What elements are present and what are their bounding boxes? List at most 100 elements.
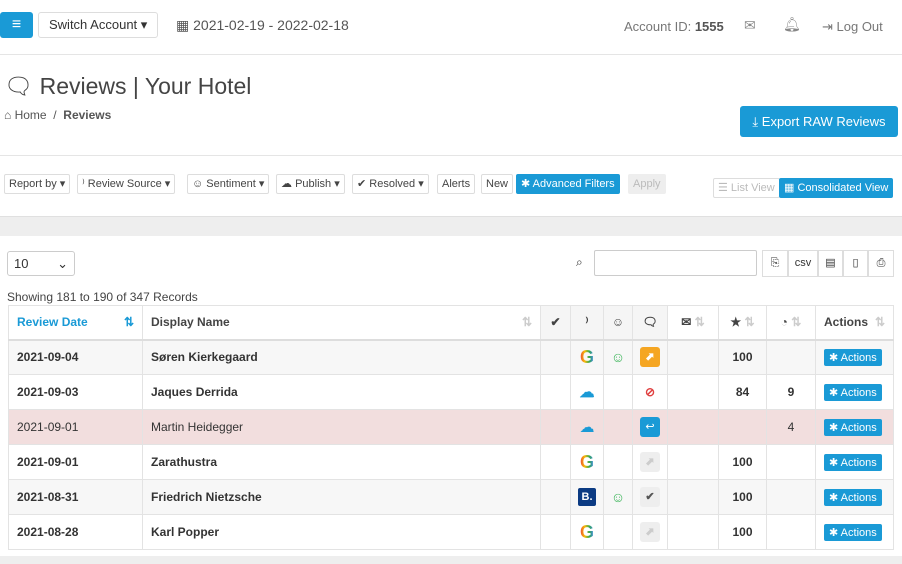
envelope-col-icon[interactable]: ✉ ⇅ xyxy=(667,305,719,341)
email-cell xyxy=(667,444,719,480)
score: 9 xyxy=(766,374,816,410)
email-cell xyxy=(667,339,719,375)
calendar-icon: ▦ xyxy=(176,17,194,33)
review-date: 2021-09-04 xyxy=(8,339,143,375)
sentiment-dropdown[interactable]: ☺ Sentiment ▾ xyxy=(187,174,270,194)
page-size-select[interactable]: 10 ⌄ xyxy=(7,251,75,276)
logout-link[interactable]: ⇥ Log Out xyxy=(822,19,883,35)
actions-button[interactable]: ✱ Actions xyxy=(824,348,882,366)
sentiment-cell xyxy=(603,444,633,480)
export-raw-reviews-button[interactable]: ⤓ Export RAW Reviews xyxy=(740,106,898,137)
table-row[interactable]: 2021-08-31 Friedrich Nietzsche B. ☺ ✔ 10… xyxy=(8,479,894,515)
actions-cell: ✱ Actions xyxy=(815,409,894,445)
date-range[interactable]: ▦ 2021-02-19 - 2022-02-18 xyxy=(176,17,349,34)
comment-status-resolved-icon[interactable]: ✔ xyxy=(632,479,668,515)
actions-cell: ✱ Actions xyxy=(815,479,894,515)
comments-icon: 🗨︎ xyxy=(4,73,40,99)
col-actions[interactable]: Actions ⇅ xyxy=(815,305,894,341)
table-row[interactable]: 2021-09-04 Søren Kierkegaard G ☺ ⬈ 100 ✱… xyxy=(8,339,894,375)
consolidated-view-button[interactable]: ▦ Consolidated View xyxy=(779,178,894,198)
display-name: Jaques Derrida xyxy=(142,374,541,410)
actions-button[interactable]: ✱ Actions xyxy=(824,453,882,471)
display-name: Zarathustra xyxy=(142,444,541,480)
alerts-button[interactable]: Alerts xyxy=(437,174,476,194)
sentiment-cell xyxy=(603,409,633,445)
resolved-cell xyxy=(540,479,571,515)
excel-button[interactable]: ▤ xyxy=(818,250,843,277)
breadcrumb-home[interactable]: Home xyxy=(15,108,47,122)
report-by-dropdown[interactable]: Report by ▾ xyxy=(4,174,71,194)
rating: 100 xyxy=(718,514,767,550)
review-date: 2021-09-03 xyxy=(8,374,143,410)
switch-account-button[interactable]: Switch Account ▾ xyxy=(38,12,159,38)
display-name: Søren Kierkegaard xyxy=(142,339,541,375)
actions-cell: ✱ Actions xyxy=(815,444,894,480)
col-display-name[interactable]: Display Name ⇅ xyxy=(142,305,541,341)
google-source-icon: G xyxy=(570,444,604,480)
advanced-filters-button[interactable]: ✱ Advanced Filters xyxy=(516,174,620,194)
table-icon: ▦ xyxy=(784,182,798,194)
google-source-icon: G xyxy=(570,514,604,550)
rating: 100 xyxy=(718,444,767,480)
booking-source-icon: B. xyxy=(570,479,604,515)
rss-col-icon: ⁾ xyxy=(570,305,604,341)
comment-status-disabled-icon[interactable]: ⬈ xyxy=(632,514,668,550)
actions-cell: ✱ Actions xyxy=(815,339,894,375)
divider xyxy=(0,155,902,156)
smile-icon: ☺ xyxy=(192,178,207,190)
print-button[interactable]: ⎙ xyxy=(868,250,894,277)
envelope-icon[interactable]: ✉ xyxy=(744,17,756,34)
search-input[interactable] xyxy=(594,250,757,276)
table-row[interactable]: 2021-09-01 Martin Heidegger ☁ ↩ 4 ✱ Acti… xyxy=(8,409,894,445)
smile-col-icon: ☺ xyxy=(603,305,633,341)
apply-button[interactable]: Apply xyxy=(628,174,666,194)
comment-status-open-icon[interactable]: ⬈ xyxy=(632,339,668,375)
list-view-button[interactable]: ☰ List View xyxy=(713,178,780,198)
review-source-dropdown[interactable]: ⁾ Review Source ▾ xyxy=(77,174,176,194)
table-row[interactable]: 2021-09-03 Jaques Derrida ☁ ⊘ 84 9 ✱ Act… xyxy=(8,374,894,410)
csv-button[interactable]: csv xyxy=(788,250,818,277)
smile-icon: ☺ xyxy=(603,479,633,515)
comment-status-disabled-icon[interactable]: ⬈ xyxy=(632,444,668,480)
actions-cell: ✱ Actions xyxy=(815,374,894,410)
download-icon: ⤓ xyxy=(752,114,762,129)
sentiment-cell xyxy=(603,514,633,550)
copy-button[interactable]: ⎘ xyxy=(762,250,788,277)
google-source-icon: G xyxy=(570,339,604,375)
actions-button[interactable]: ✱ Actions xyxy=(824,383,882,401)
actions-button[interactable]: ✱ Actions xyxy=(824,418,882,436)
col-review-date[interactable]: Review Date ⇅ xyxy=(8,305,143,341)
tripadvisor-source-icon: ☁ xyxy=(570,374,604,410)
cloud-upload-icon: ☁ xyxy=(281,178,296,190)
menu-toggle-button[interactable]: ≡ xyxy=(0,12,33,38)
search-icon: ⌕ xyxy=(576,255,583,269)
star-col-icon[interactable]: ★ ⇅ xyxy=(718,305,767,341)
page-title: 🗨︎ Reviews | Your Hotel xyxy=(4,73,252,99)
gauge-col-icon[interactable]: ◔ ⇅ xyxy=(766,305,816,341)
publish-dropdown[interactable]: ☁ Publish ▾ xyxy=(276,174,345,194)
check-icon: ✔ xyxy=(357,178,370,190)
rating: 100 xyxy=(718,339,767,375)
new-button[interactable]: New xyxy=(481,174,514,194)
comment-status-reply-icon[interactable]: ↩ xyxy=(632,409,668,445)
score xyxy=(766,339,816,375)
logout-icon: ⇥ xyxy=(822,19,837,34)
actions-button[interactable]: ✱ Actions xyxy=(824,488,882,506)
rating: 84 xyxy=(718,374,767,410)
email-cell xyxy=(667,374,719,410)
gear-icon: ✱ xyxy=(521,178,533,190)
resolved-dropdown[interactable]: ✔ Resolved ▾ xyxy=(352,174,429,194)
bell-icon[interactable]: 🔔︎ xyxy=(783,16,801,33)
comment-status-blocked-icon[interactable]: ⊘ xyxy=(632,374,668,410)
resolved-col-icon: ✔ xyxy=(540,305,571,341)
table-row[interactable]: 2021-09-01 Zarathustra G ⬈ 100 ✱ Actions xyxy=(8,444,894,480)
comment-col-icon: 🗨︎ xyxy=(632,305,668,341)
tripadvisor-source-icon: ☁ xyxy=(570,409,604,445)
score: 4 xyxy=(766,409,816,445)
pdf-button[interactable]: ▯ xyxy=(843,250,868,277)
list-icon: ☰ xyxy=(718,182,731,194)
actions-button[interactable]: ✱ Actions xyxy=(824,523,882,541)
table-row[interactable]: 2021-08-28 Karl Popper G ⬈ 100 ✱ Actions xyxy=(8,514,894,550)
email-cell xyxy=(667,514,719,550)
resolved-cell xyxy=(540,409,571,445)
